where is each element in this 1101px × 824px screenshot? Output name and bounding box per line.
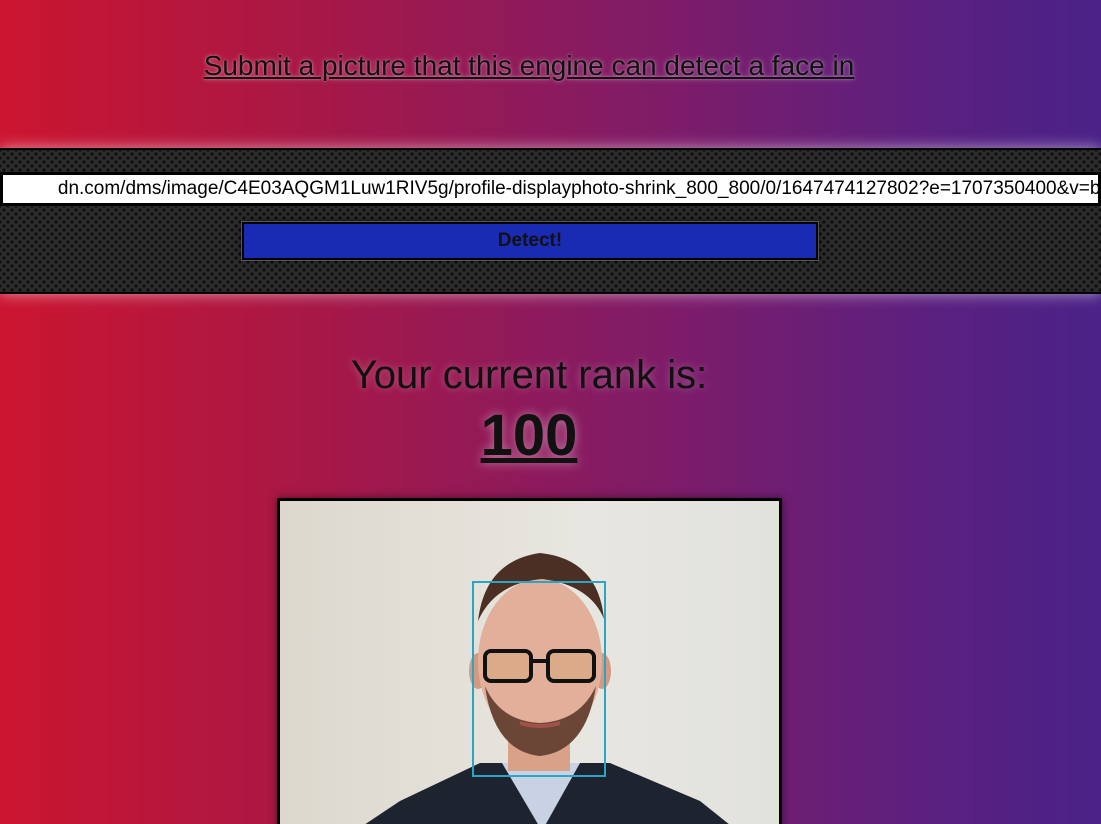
submit-picture-link[interactable]: Submit a picture that this engine can de… bbox=[0, 50, 1058, 82]
image-url-input[interactable]: dn.com/dms/image/C4E03AQGM1Luw1RIV5g/pro… bbox=[0, 172, 1101, 206]
url-form-band: dn.com/dms/image/C4E03AQGM1Luw1RIV5g/pro… bbox=[0, 148, 1101, 294]
rank-value: 100 bbox=[480, 403, 578, 468]
detected-face-box bbox=[472, 581, 606, 777]
image-url-value: dn.com/dms/image/C4E03AQGM1Luw1RIV5g/pro… bbox=[57, 178, 1101, 199]
submitted-photo bbox=[277, 498, 782, 824]
detect-button[interactable]: Detect! bbox=[242, 222, 818, 260]
rank-label: Your current rank is: bbox=[350, 353, 708, 397]
